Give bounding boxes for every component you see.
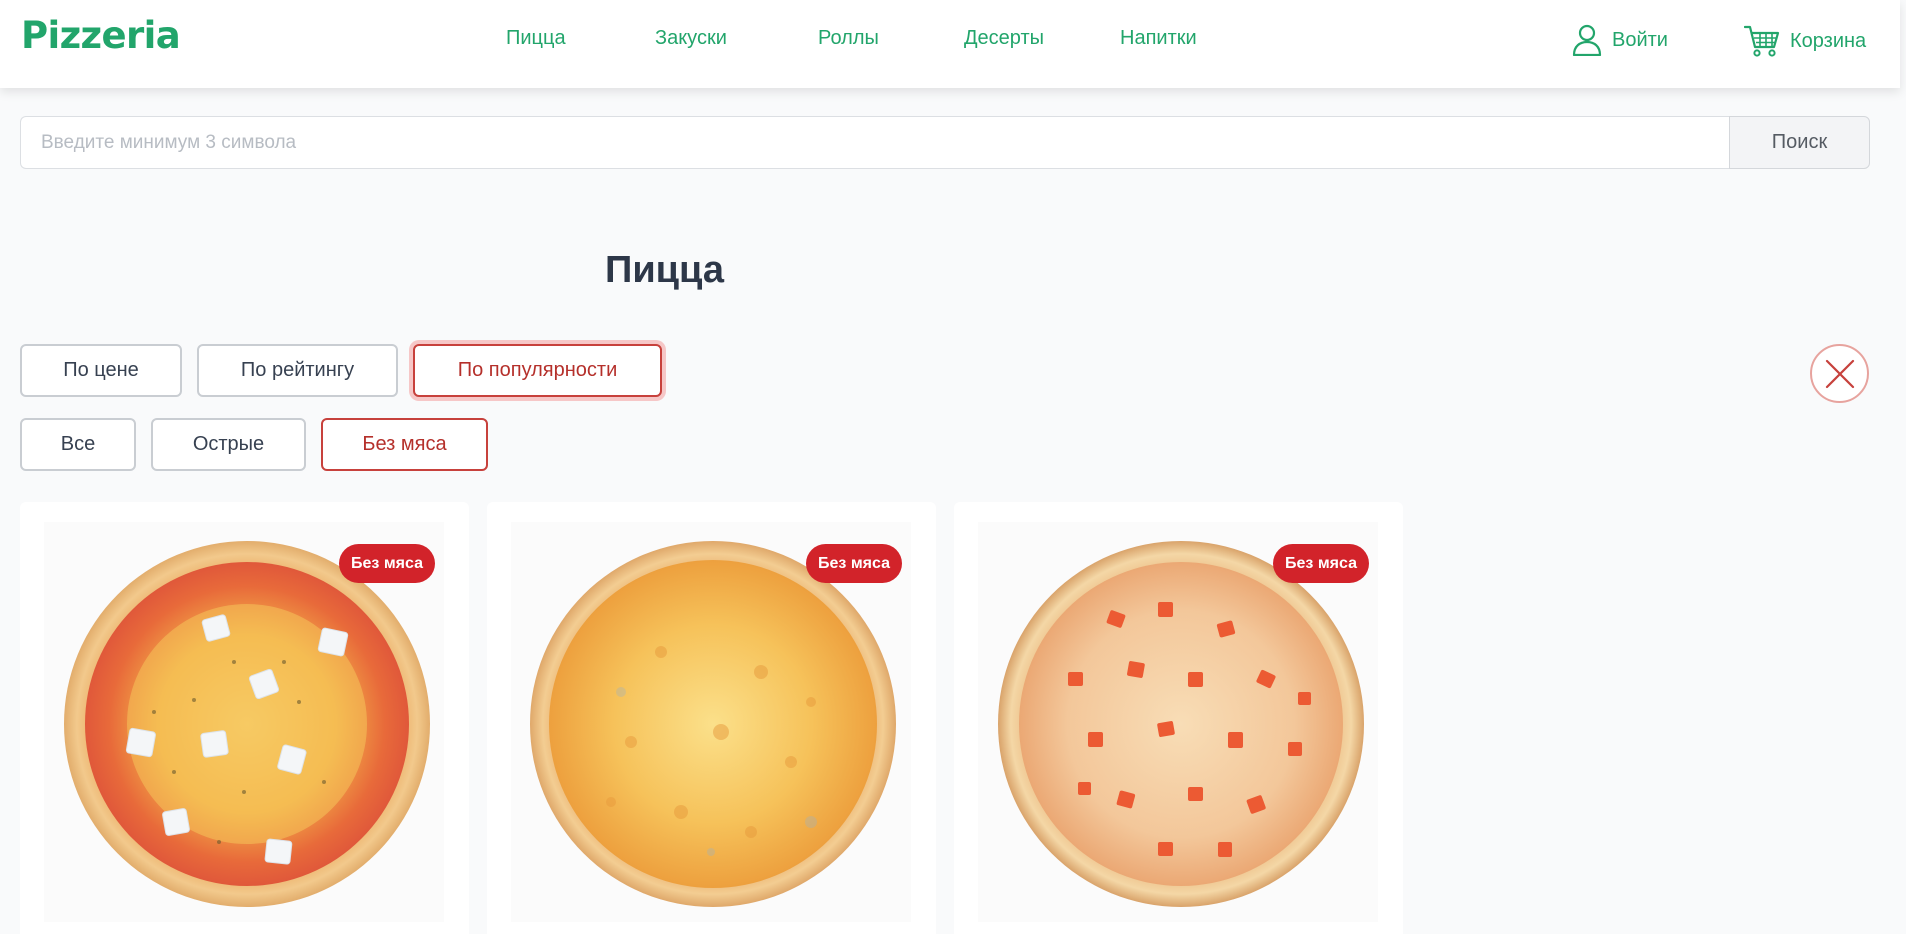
search-input[interactable] [20,116,1729,169]
close-icon [1825,359,1854,388]
no-meat-badge: Без мяса [1273,544,1369,583]
user-icon [1572,24,1602,56]
search-button[interactable]: Поиск [1729,116,1870,169]
cart-label: Корзина [1790,29,1867,52]
no-meat-badge: Без мяса [339,544,435,583]
logo[interactable]: Pizzeria [21,14,181,57]
sort-by-price[interactable]: По цене [20,344,182,397]
filter-no-meat[interactable]: Без мяса [321,418,488,471]
nav-desserts[interactable]: Десерты [964,27,1044,50]
sort-by-popularity[interactable]: По популярности [413,344,662,397]
cart-button[interactable]: Корзина [1744,24,1866,58]
login-label: Войти [1612,28,1668,51]
search-bar: Поиск [20,116,1870,169]
site-header: Pizzeria Пицца Закуски Роллы Десерты Нап… [0,0,1900,88]
product-card[interactable]: Без мяса [954,502,1403,934]
filter-all[interactable]: Все [20,418,136,471]
filter-spicy[interactable]: Острые [151,418,306,471]
sort-by-rating[interactable]: По рейтингу [197,344,398,397]
reset-filters-button[interactable] [1810,344,1869,403]
cart-icon [1744,25,1780,57]
nav-rolls[interactable]: Роллы [818,27,879,50]
nav-pizza[interactable]: Пицца [506,27,566,50]
nav-snacks[interactable]: Закуски [655,27,727,50]
login-button[interactable]: Войти [1572,24,1668,56]
product-card[interactable]: Без мяса [20,502,469,934]
page-title: Пицца [605,249,724,291]
nav-drinks[interactable]: Напитки [1120,27,1197,50]
no-meat-badge: Без мяса [806,544,902,583]
product-card[interactable]: Без мяса [487,502,936,934]
